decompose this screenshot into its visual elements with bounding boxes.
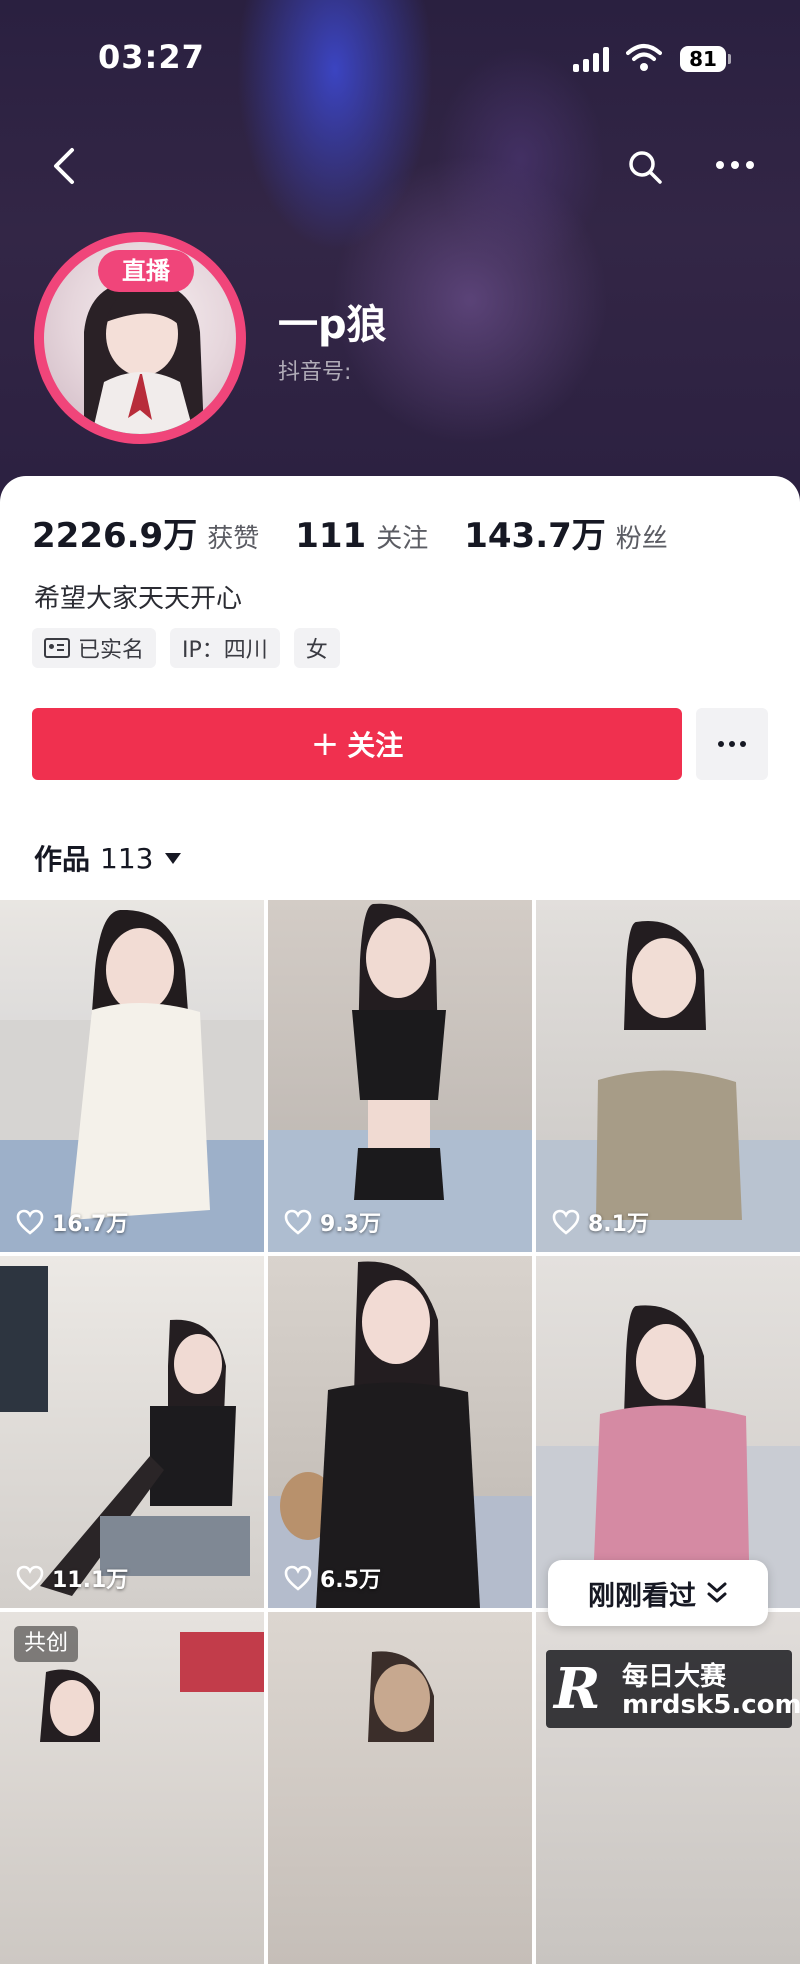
video-thumbnail [268,903,532,1252]
works-label: 作品 [34,843,91,876]
cellular-signal-icon [573,46,611,72]
search-icon[interactable] [626,148,664,186]
video-thumbnail [536,1305,800,1608]
heart-icon [16,1565,44,1591]
video-thumbnail [0,1266,250,1596]
status-time: 03:27 [98,38,205,76]
chevron-double-down-icon [707,1582,727,1603]
video-tile[interactable]: 8.1万 [536,900,800,1252]
battery-indicator: 81 [680,46,726,72]
heart-icon [16,1209,44,1235]
like-count: 6.5万 [284,1562,381,1594]
video-thumbnail [536,921,800,1252]
following-label: 关注 [376,524,429,554]
likes-label: 获赞 [207,524,260,554]
watermark-title: 每日大赛 [622,1662,727,1692]
tag-gender-label: 女 [305,638,328,663]
follow-button-label: 关注 [347,729,404,762]
video-tile[interactable] [268,1612,532,1964]
recently-viewed-label: 刚刚看过 [588,1580,696,1612]
profile-tags: 已实名 IP：四川 女 [32,628,354,668]
battery-tip [728,54,731,64]
video-thumbnail [368,1651,434,1742]
id-card-icon [44,638,70,658]
watermark-url: mrdsk5.com [622,1690,800,1720]
followers-count[interactable]: 143.7万 [464,508,606,557]
heart-icon [284,1209,312,1235]
like-count: 16.7万 [16,1206,128,1238]
profile-stats: 2226.9万 获赞 111 关注 143.7万 粉丝 [32,508,704,556]
site-watermark: R 每日大赛 mrdsk5.com [546,1650,800,1728]
heart-icon [552,1209,580,1235]
video-thumbnail [40,1632,264,1742]
tag-ip-label: IP：四川 [182,638,268,663]
followers-label: 粉丝 [615,524,668,554]
video-tile[interactable]: 11.1万 [0,1256,264,1608]
video-thumbnail [268,1261,532,1608]
video-tile[interactable]: 共创 [0,1612,264,1964]
more-actions-button[interactable] [696,708,768,780]
more-icon[interactable] [712,150,758,180]
video-tile[interactable]: 6.5万 [268,1256,532,1608]
tag-ip-location: IP：四川 [170,628,280,668]
nickname: 一p狼 [278,302,387,348]
video-tile[interactable]: 16.7万 [0,900,264,1252]
like-count: 11.1万 [16,1562,128,1594]
wifi-icon [626,44,662,71]
tag-gender: 女 [293,628,340,668]
bio-text: 希望大家天天开心 [34,584,243,614]
plus-icon: + [310,724,340,764]
like-count: 8.1万 [552,1206,649,1238]
live-badge[interactable]: 直播 [98,250,194,292]
tag-verified-label: 已实名 [78,638,145,663]
like-count: 9.3万 [284,1206,381,1238]
more-icon [716,741,749,747]
douyin-id-label: 抖音号: [278,360,352,385]
watermark-logo: R [554,1656,601,1722]
video-tile[interactable] [536,1256,800,1608]
likes-count[interactable]: 2226.9万 [32,508,197,557]
following-count[interactable]: 111 [295,516,366,556]
works-count: 113 [100,841,154,875]
tag-verified: 已实名 [32,628,157,668]
follow-button[interactable]: + 关注 [32,708,682,780]
back-icon[interactable] [48,146,82,186]
recently-viewed-button[interactable]: 刚刚看过 [548,1560,768,1626]
works-tab[interactable]: 作品 113 [34,838,182,878]
collab-badge: 共创 [14,1626,79,1662]
video-tile[interactable]: 9.3万 [268,900,532,1252]
heart-icon [284,1565,312,1591]
caret-down-icon [165,852,182,864]
video-thumbnail [0,909,264,1252]
